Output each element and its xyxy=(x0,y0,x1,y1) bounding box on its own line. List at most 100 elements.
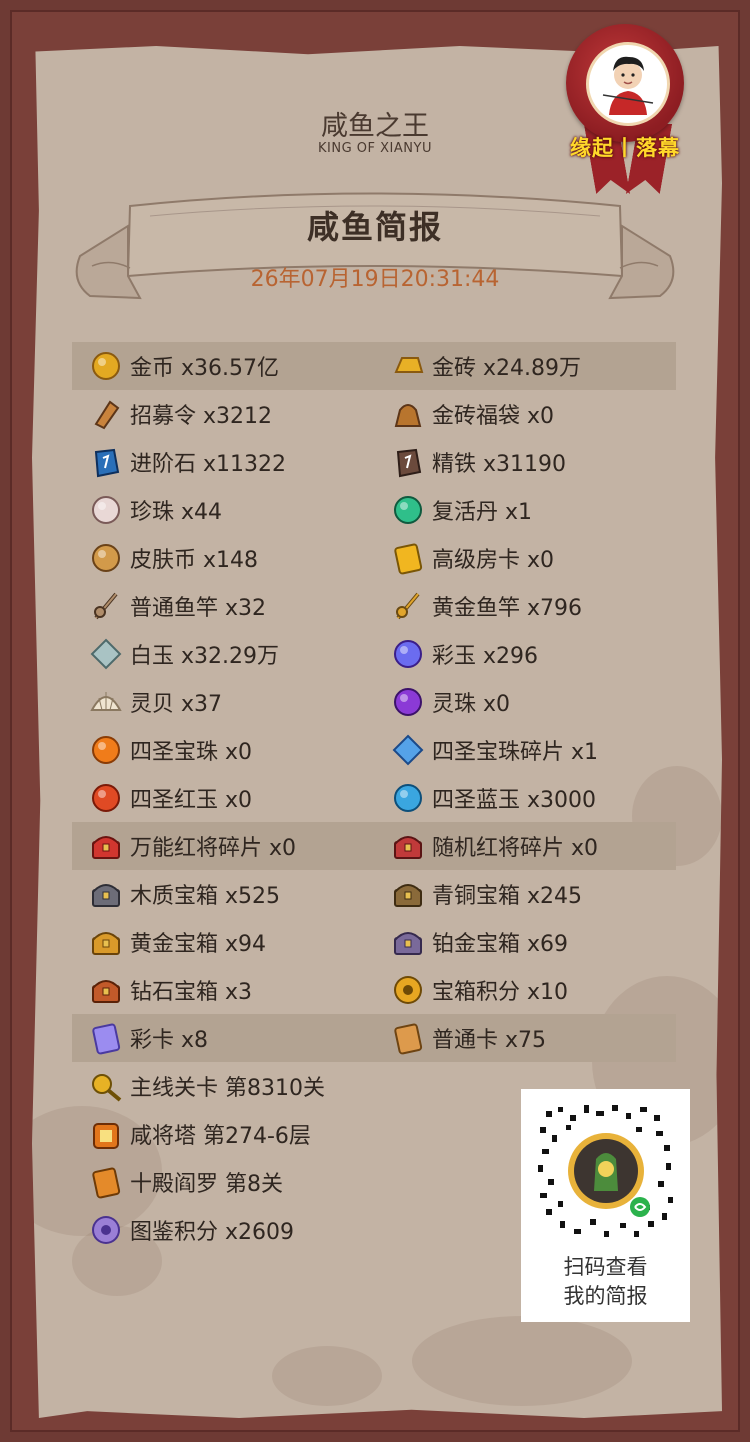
main-stage-icon xyxy=(88,1068,124,1104)
item-label: 四圣宝珠 x0 xyxy=(130,740,253,765)
chest-points-icon xyxy=(390,972,426,1008)
item-label: 白玉 x32.29万 xyxy=(130,644,279,669)
item-label: 复活丹 x1 xyxy=(432,500,533,525)
item-label: 灵珠 x0 xyxy=(432,692,511,717)
item-label: 精铁 x31190 xyxy=(432,452,566,477)
qr-code-icon[interactable] xyxy=(536,1101,676,1241)
list-item: 主线关卡 第8310关 xyxy=(88,1062,325,1110)
white-jade-icon xyxy=(88,636,124,672)
report-date: 26年07月19日20:31:44 xyxy=(250,267,500,292)
item-label: 招募令 x3212 xyxy=(130,404,273,429)
list-item: 青铜宝箱 x245 xyxy=(390,870,582,918)
item-label: 高级房卡 x0 xyxy=(432,548,555,573)
four-saints-red-jade-icon xyxy=(88,780,124,816)
item-label: 进阶石 x11322 xyxy=(130,452,286,477)
list-item: 普通卡 x75 xyxy=(390,1014,546,1062)
list-item: 精铁 x31190 xyxy=(390,438,566,486)
report-title: 咸鱼简报 xyxy=(306,208,443,246)
list-item: 白玉 x32.29万 xyxy=(88,630,279,678)
spirit-orb-icon xyxy=(390,684,426,720)
platinum-chest-icon xyxy=(390,924,426,960)
bronze-chest-icon xyxy=(390,876,426,912)
gold-fishing-rod-icon xyxy=(390,588,426,624)
item-label: 四圣蓝玉 x3000 xyxy=(432,788,597,813)
list-item: 皮肤币 x148 xyxy=(88,534,258,582)
tower-icon xyxy=(88,1116,124,1152)
skin-coin-icon xyxy=(88,540,124,576)
item-label: 图鉴积分 x2609 xyxy=(130,1220,295,1245)
list-item: 随机红将碎片 x0 xyxy=(390,822,598,870)
item-label: 钻石宝箱 x3 xyxy=(130,980,253,1005)
item-label: 金币 x36.57亿 xyxy=(130,356,279,381)
list-item: 进阶石 x11322 xyxy=(88,438,286,486)
list-item: 彩卡 x8 xyxy=(88,1014,208,1062)
four-saints-orb-shard-icon xyxy=(390,732,426,768)
advance-stone-icon xyxy=(88,444,124,480)
qr-card[interactable]: 扫码查看 我的简报 xyxy=(521,1089,690,1322)
rainbow-card-icon xyxy=(88,1020,124,1056)
refined-iron-icon xyxy=(390,444,426,480)
wooden-chest-icon xyxy=(88,876,124,912)
list-item: 木质宝箱 x525 xyxy=(88,870,280,918)
item-label: 万能红将碎片 x0 xyxy=(130,836,297,861)
item-label: 灵贝 x37 xyxy=(130,692,223,717)
list-item: 金砖 x24.89万 xyxy=(390,342,581,390)
recruit-token-icon xyxy=(88,396,124,432)
item-label: 青铜宝箱 x245 xyxy=(432,884,583,909)
item-label: 铂金宝箱 x69 xyxy=(432,932,569,957)
revive-pill-icon xyxy=(390,492,426,528)
shell-icon xyxy=(88,684,124,720)
four-saints-orb-icon xyxy=(88,732,124,768)
list-item: 黄金宝箱 x94 xyxy=(88,918,266,966)
item-label: 主线关卡 第8310关 xyxy=(130,1076,325,1101)
list-item: 珍珠 x44 xyxy=(88,486,222,534)
item-label: 咸将塔 第274-6层 xyxy=(130,1124,311,1149)
pearl-icon xyxy=(88,492,124,528)
item-label: 十殿阎罗 第8关 xyxy=(130,1172,283,1197)
item-label: 彩卡 x8 xyxy=(130,1028,209,1053)
list-item: 灵贝 x37 xyxy=(88,678,222,726)
fishing-rod-icon xyxy=(88,588,124,624)
ten-halls-icon xyxy=(88,1164,124,1200)
four-saints-blue-jade-icon xyxy=(390,780,426,816)
red-general-shard-icon xyxy=(88,828,124,864)
list-item: 彩玉 x296 xyxy=(390,630,538,678)
list-item: 四圣蓝玉 x3000 xyxy=(390,774,596,822)
item-label: 金砖 x24.89万 xyxy=(432,356,581,381)
app-subtitle: KING OF XIANYU xyxy=(318,141,432,156)
list-item: 万能红将碎片 x0 xyxy=(88,822,296,870)
qr-caption-line1: 扫码查看 xyxy=(563,1255,648,1279)
list-item: 图鉴积分 x2609 xyxy=(88,1206,294,1254)
list-item: 黄金鱼竿 x796 xyxy=(390,582,582,630)
item-label: 珍珠 x44 xyxy=(130,500,223,525)
list-item: 四圣红玉 x0 xyxy=(88,774,252,822)
gold-coin-icon xyxy=(88,348,124,384)
item-label: 四圣宝珠碎片 x1 xyxy=(432,740,599,765)
rainbow-jade-icon xyxy=(390,636,426,672)
codex-points-icon xyxy=(88,1212,124,1248)
qr-caption: 扫码查看 我的简报 xyxy=(521,1253,690,1311)
list-item: 宝箱积分 x10 xyxy=(390,966,568,1014)
diamond-chest-icon xyxy=(88,972,124,1008)
list-item: 四圣宝珠 x0 xyxy=(88,726,252,774)
premium-room-card-icon xyxy=(390,540,426,576)
item-label: 普通鱼竿 x32 xyxy=(130,596,267,621)
item-label: 彩玉 x296 xyxy=(432,644,539,669)
list-item: 咸将塔 第274-6层 xyxy=(88,1110,311,1158)
gold-brick-icon xyxy=(390,348,426,384)
gold-chest-icon xyxy=(88,924,124,960)
item-label: 金砖福袋 x0 xyxy=(432,404,555,429)
list-item: 招募令 x3212 xyxy=(88,390,272,438)
item-label: 随机红将碎片 x0 xyxy=(432,836,599,861)
gold-brick-bag-icon xyxy=(390,396,426,432)
normal-card-icon xyxy=(390,1020,426,1056)
list-item: 钻石宝箱 x3 xyxy=(88,966,252,1014)
list-item: 普通鱼竿 x32 xyxy=(88,582,266,630)
item-label: 皮肤币 x148 xyxy=(130,548,259,573)
item-label: 黄金宝箱 x94 xyxy=(130,932,267,957)
list-item: 铂金宝箱 x69 xyxy=(390,918,568,966)
app-title: 咸鱼之王 xyxy=(321,111,429,142)
list-item: 高级房卡 x0 xyxy=(390,534,554,582)
item-label: 黄金鱼竿 x796 xyxy=(432,596,583,621)
list-item: 复活丹 x1 xyxy=(390,486,532,534)
